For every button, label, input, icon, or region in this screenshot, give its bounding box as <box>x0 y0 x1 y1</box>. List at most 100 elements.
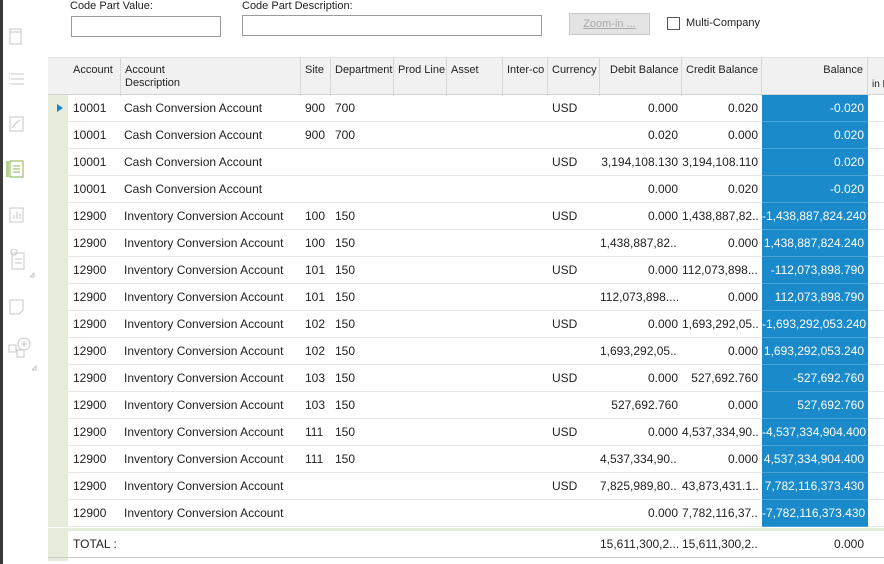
cell-credit[interactable]: 43,873,431.1... <box>682 473 758 500</box>
cell-debit[interactable]: 0.000 <box>600 311 678 338</box>
cell-description[interactable]: Inventory Conversion Account <box>124 446 299 473</box>
cell-department[interactable]: 700 <box>335 95 390 122</box>
cell-department[interactable]: 150 <box>335 230 390 257</box>
table-row[interactable]: 12900 Inventory Conversion Account 111 150 U… <box>48 419 884 446</box>
cell-department[interactable]: 150 <box>335 338 390 365</box>
row-selector[interactable] <box>48 500 68 527</box>
cell-account[interactable]: 10001 <box>73 149 121 176</box>
row-selector[interactable] <box>48 203 68 230</box>
cell-account[interactable]: 12900 <box>73 230 121 257</box>
cell-site[interactable]: 101 <box>305 257 331 284</box>
table-row[interactable]: 12900 Inventory Conversion Account 103 150 5… <box>48 392 884 419</box>
cell-department[interactable] <box>335 176 390 203</box>
cell-credit[interactable]: 4,537,334,90... <box>682 419 758 446</box>
cell-description[interactable]: Cash Conversion Account <box>124 176 299 203</box>
cell-credit[interactable]: 3,194,108.110 <box>682 149 758 176</box>
header-inter-co[interactable]: Inter-co <box>503 58 548 96</box>
cell-description[interactable]: Inventory Conversion Account <box>124 203 299 230</box>
cell-site[interactable]: 100 <box>305 230 331 257</box>
multi-company-checkbox[interactable] <box>667 17 680 30</box>
cell-balance[interactable]: 1,693,292,053.240 <box>762 338 868 365</box>
table-row[interactable]: 12900 Inventory Conversion Account 101 150 U… <box>48 257 884 284</box>
cell-currency[interactable]: USD <box>552 149 598 176</box>
table-row[interactable]: 10001 Cash Conversion Account 900 700 USD 0.0… <box>48 95 884 122</box>
cell-balance[interactable]: 527,692.760 <box>762 392 868 419</box>
list-icon[interactable] <box>8 70 26 90</box>
cell-account[interactable]: 10001 <box>73 176 121 203</box>
cell-credit[interactable]: 7,782,116,37... <box>682 500 758 527</box>
cell-debit[interactable]: 1,438,887,82... <box>600 230 678 257</box>
row-selector[interactable] <box>48 419 68 446</box>
cell-currency[interactable] <box>552 338 598 365</box>
row-selector[interactable] <box>48 230 68 257</box>
cell-description[interactable]: Inventory Conversion Account <box>124 257 299 284</box>
cell-description[interactable]: Cash Conversion Account <box>124 149 299 176</box>
cell-description[interactable]: Inventory Conversion Account <box>124 500 299 527</box>
cell-balance[interactable]: 0.020 <box>762 149 868 176</box>
table-row[interactable]: 12900 Inventory Conversion Account 103 150 U… <box>48 365 884 392</box>
cell-account[interactable]: 12900 <box>73 500 121 527</box>
cell-department[interactable]: 150 <box>335 311 390 338</box>
header-account[interactable]: Account <box>69 58 121 96</box>
cell-debit[interactable]: 7,825,989,80... <box>600 473 678 500</box>
cell-credit[interactable]: 0.000 <box>682 392 758 419</box>
cell-department[interactable]: 150 <box>335 392 390 419</box>
cell-account[interactable]: 12900 <box>73 446 121 473</box>
header-department[interactable]: Department <box>331 58 394 96</box>
cell-site[interactable] <box>305 149 331 176</box>
cell-balance[interactable]: 1,438,887,824.240 <box>762 230 868 257</box>
cell-account[interactable]: 12900 <box>73 473 121 500</box>
cell-site[interactable]: 111 <box>305 446 331 473</box>
cell-balance[interactable]: -0.020 <box>762 95 868 122</box>
cell-department[interactable]: 150 <box>335 284 390 311</box>
row-selector[interactable] <box>48 257 68 284</box>
cell-balance[interactable]: 4,537,334,904.400 <box>762 446 868 473</box>
cell-debit[interactable]: 112,073,898.... <box>600 284 678 311</box>
cell-department[interactable]: 150 <box>335 203 390 230</box>
bar-chart-icon[interactable] <box>8 205 26 225</box>
cell-debit[interactable]: 0.000 <box>600 203 678 230</box>
cell-department[interactable]: 150 <box>335 446 390 473</box>
cell-debit[interactable]: 3,194,108.130 <box>600 149 678 176</box>
cell-currency[interactable] <box>552 500 598 527</box>
cell-debit[interactable]: 0.000 <box>600 365 678 392</box>
cell-site[interactable] <box>305 176 331 203</box>
cell-department[interactable] <box>335 149 390 176</box>
cell-site[interactable] <box>305 500 331 527</box>
document-settings-icon[interactable] <box>8 249 40 278</box>
cell-department[interactable] <box>335 500 390 527</box>
cell-account[interactable]: 12900 <box>73 338 121 365</box>
cell-site[interactable]: 101 <box>305 284 331 311</box>
cell-balance[interactable]: 0.020 <box>762 122 868 149</box>
cell-description[interactable]: Inventory Conversion Account <box>124 392 299 419</box>
document-icon[interactable] <box>8 26 26 46</box>
cell-credit[interactable]: 0.000 <box>682 122 758 149</box>
cell-balance[interactable]: 7,782,116,373.430 <box>762 473 868 500</box>
cell-currency[interactable] <box>552 284 598 311</box>
cell-site[interactable]: 900 <box>305 95 331 122</box>
cell-balance[interactable]: -1,693,292,053.240 <box>762 311 868 338</box>
cell-balance[interactable]: -112,073,898.790 <box>762 257 868 284</box>
add-node-icon[interactable] <box>8 336 40 371</box>
cell-credit[interactable]: 527,692.760 <box>682 365 758 392</box>
header-balance[interactable]: Balance <box>762 58 868 96</box>
cell-balance[interactable]: -1,438,887,824.240 <box>762 203 868 230</box>
cell-description[interactable]: Cash Conversion Account <box>124 122 299 149</box>
cell-currency[interactable] <box>552 176 598 203</box>
row-selector[interactable] <box>48 446 68 473</box>
cell-debit[interactable]: 0.000 <box>600 95 678 122</box>
cell-credit[interactable]: 0.000 <box>682 284 758 311</box>
cell-debit[interactable]: 0.000 <box>600 419 678 446</box>
cell-department[interactable]: 700 <box>335 122 390 149</box>
cell-site[interactable]: 103 <box>305 365 331 392</box>
cell-currency[interactable]: USD <box>552 473 598 500</box>
cell-site[interactable] <box>305 473 331 500</box>
header-currency[interactable]: Currency <box>548 58 600 96</box>
cell-balance[interactable]: -4,537,334,904.400 <box>762 419 868 446</box>
zoom-in-button[interactable]: Zoom-in ... <box>569 13 650 35</box>
row-selector[interactable] <box>48 473 68 500</box>
cell-debit[interactable]: 0.000 <box>600 500 678 527</box>
cell-credit[interactable]: 0.020 <box>682 176 758 203</box>
cell-debit[interactable]: 0.020 <box>600 122 678 149</box>
cell-account[interactable]: 12900 <box>73 284 121 311</box>
